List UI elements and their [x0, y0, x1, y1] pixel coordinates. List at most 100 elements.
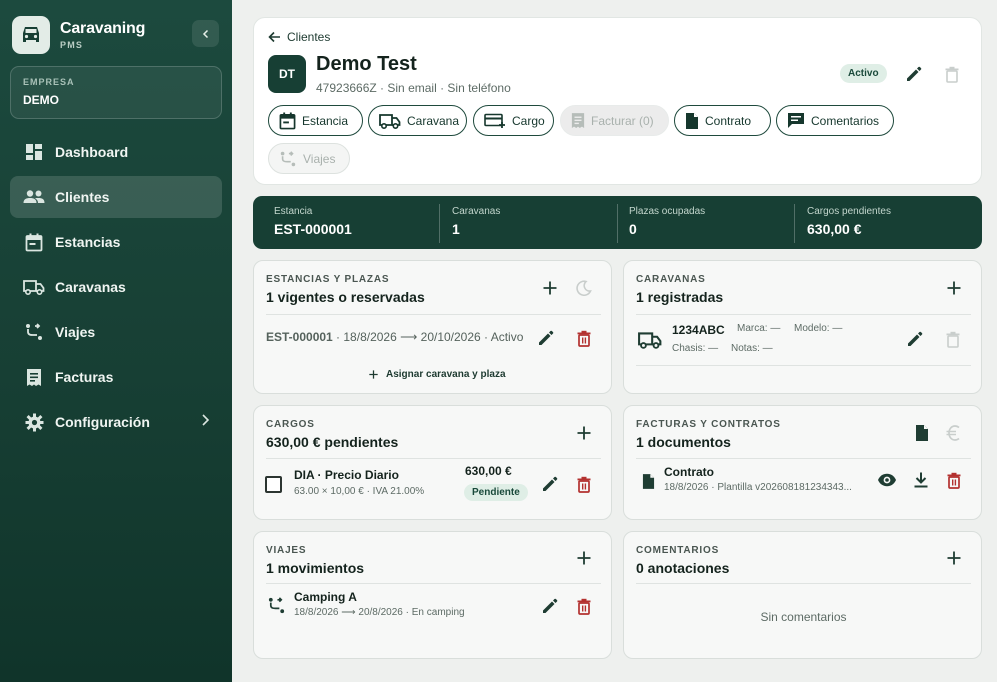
calendar-icon [279, 112, 296, 130]
edit-viaje-button[interactable] [540, 596, 560, 616]
view-document-button[interactable] [877, 470, 897, 490]
calendar-icon [23, 231, 45, 253]
delete-client-button[interactable] [942, 64, 962, 84]
arrow-left-icon [268, 31, 280, 43]
caravanas-panel: CARAVANAS 1 registradas 1234ABC Marca: —… [623, 260, 982, 394]
viajes-panel: VIAJES 1 movimientos Camping A 18/8/2026… [253, 531, 612, 659]
caravana-chasis: Chasis: — [672, 343, 719, 354]
add-caravana-icon-button[interactable] [944, 278, 964, 298]
sidebar-item-label: Viajes [55, 324, 96, 340]
divider [636, 314, 971, 315]
add-estancia-button[interactable]: Estancia [268, 105, 363, 136]
viajes-button[interactable]: Viajes [268, 143, 350, 174]
add-document-button[interactable] [912, 423, 932, 443]
delete-estancia-button[interactable] [574, 328, 594, 348]
delete-cargo-button[interactable] [574, 474, 594, 494]
truck-icon [379, 113, 401, 129]
trip-detail: 18/8/2026 ⟶ 20/8/2026 · En camping [294, 607, 465, 618]
euro-icon [946, 425, 960, 441]
divider [266, 583, 601, 584]
add-cargo-icon-button[interactable] [574, 423, 594, 443]
receipt-icon [23, 366, 45, 388]
contrato-button[interactable]: Contrato [674, 105, 771, 136]
stat-value: 0 [629, 221, 637, 237]
stat-label: Cargos pendientes [807, 206, 891, 217]
edit-cargo-button[interactable] [540, 474, 560, 494]
cargos-panel: CARGOS 630,00 € pendientes DIA · Precio … [253, 405, 612, 520]
caravana-plate: 1234ABC [672, 323, 725, 337]
sidebar-item-estancias[interactable]: Estancias [10, 221, 222, 263]
plus-icon [369, 370, 378, 379]
sidebar: Caravaning PMS EMPRESA DEMO Dashboard Cl… [0, 0, 232, 682]
add-caravana-button[interactable]: Caravana [368, 105, 467, 136]
add-cargo-button[interactable]: Cargo [473, 105, 554, 136]
delete-viaje-button[interactable] [574, 596, 594, 616]
collapse-sidebar-button[interactable] [192, 20, 219, 47]
add-comentario-icon-button[interactable] [944, 548, 964, 568]
invoice-button[interactable] [944, 423, 964, 443]
pencil-icon [543, 598, 558, 613]
panel-eyebrow: CARGOS [266, 419, 315, 430]
divider [617, 204, 618, 243]
empty-comments-text: Sin comentarios [760, 610, 847, 624]
edit-estancia-button[interactable] [536, 328, 556, 348]
truck-icon [637, 330, 663, 350]
edit-caravana-button[interactable] [905, 329, 925, 349]
document-icon [685, 112, 699, 130]
trash-icon [577, 330, 591, 347]
download-document-button[interactable] [911, 470, 931, 490]
divider [439, 204, 440, 243]
company-selector[interactable]: EMPRESA DEMO [10, 66, 222, 119]
dashboard-icon [23, 141, 45, 163]
sidebar-item-caravanas[interactable]: Caravanas [10, 266, 222, 308]
stat-caravanas: Caravanas 1 [452, 206, 500, 242]
divider [266, 458, 601, 459]
sidebar-item-label: Estancias [55, 234, 121, 250]
edit-client-button[interactable] [904, 64, 924, 84]
trash-icon [947, 472, 961, 489]
divider [636, 458, 971, 459]
facturar-button[interactable]: Facturar (0) [560, 105, 669, 136]
cargo-checkbox[interactable] [265, 476, 282, 493]
stats-bar: Estancia EST-000001 Caravanas 1 Plazas o… [253, 196, 982, 249]
trip-name: Camping A [294, 590, 357, 604]
company-name: DEMO [23, 93, 59, 107]
add-estancia-icon-button[interactable] [540, 278, 560, 298]
panel-eyebrow: CARAVANAS [636, 274, 706, 285]
divider [266, 314, 601, 315]
trash-icon [577, 476, 591, 493]
delete-document-button[interactable] [944, 470, 964, 490]
caravana-modelo: Modelo: — [794, 323, 843, 334]
sidebar-item-label: Configuración [55, 414, 150, 430]
avatar: DT [268, 55, 306, 93]
sidebar-item-dashboard[interactable]: Dashboard [10, 131, 222, 173]
trash-icon [577, 598, 591, 615]
sidebar-item-label: Caravanas [55, 279, 126, 295]
facturas-panel: FACTURAS Y CONTRATOS 1 documentos Contra… [623, 405, 982, 520]
plus-icon [577, 426, 591, 440]
panel-eyebrow: VIAJES [266, 545, 307, 556]
document-icon [916, 425, 928, 441]
company-label: EMPRESA [23, 77, 75, 87]
pencil-icon [539, 330, 554, 345]
sidebar-item-viajes[interactable]: Viajes [10, 311, 222, 353]
route-icon [266, 595, 286, 615]
history-button[interactable] [574, 278, 594, 298]
client-meta: 47923666Z · Sin email · Sin teléfono [316, 81, 511, 95]
sidebar-item-configuracion[interactable]: Configuración [10, 401, 222, 443]
back-link[interactable]: Clientes [268, 30, 330, 44]
assign-caravana-plaza-link[interactable]: Asignar caravana y plaza [369, 369, 506, 380]
panel-title: 1 movimientos [266, 560, 365, 576]
route-icon [279, 150, 297, 168]
caravana-notas: Notas: — [731, 343, 773, 354]
sidebar-item-clientes[interactable]: Clientes [10, 176, 222, 218]
stat-label: Plazas ocupadas [629, 206, 706, 217]
add-viaje-icon-button[interactable] [574, 548, 594, 568]
button-label: Estancia [302, 113, 349, 128]
client-name: Demo Test [316, 53, 417, 75]
route-icon [23, 321, 45, 343]
delete-caravana-button[interactable] [943, 329, 963, 349]
truck-icon [23, 276, 45, 298]
comentarios-button[interactable]: Comentarios [776, 105, 894, 136]
sidebar-item-facturas[interactable]: Facturas [10, 356, 222, 398]
